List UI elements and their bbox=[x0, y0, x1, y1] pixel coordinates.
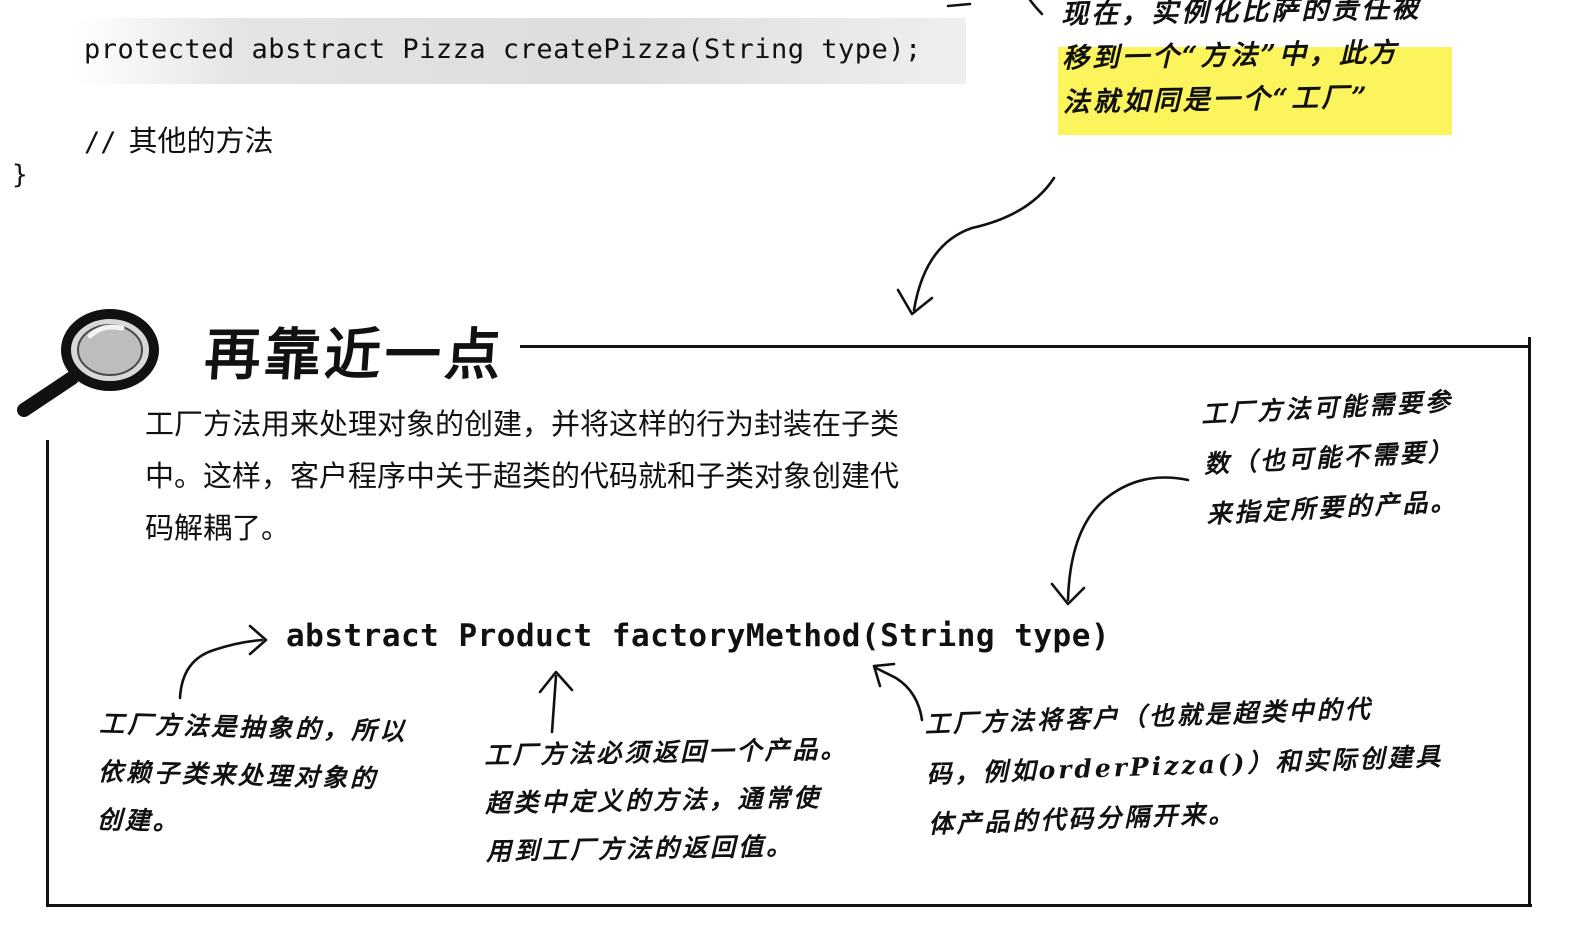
comment-slashes: // bbox=[84, 127, 117, 158]
return-arrow bbox=[550, 674, 558, 734]
section-paragraph: 工厂方法用来处理对象的创建，并将这样的行为封装在子类 中。这样，客户程序中关于超… bbox=[145, 398, 1025, 554]
params-arrow-head bbox=[1050, 582, 1086, 606]
abstract-annotation-line-2: 依赖子类来处理对象的 bbox=[97, 756, 379, 794]
top-note-line-2: 移到一个“方法”中，此方 bbox=[1061, 37, 1400, 75]
comment-text: 其他的方法 bbox=[128, 124, 274, 158]
closing-brace: } bbox=[12, 160, 28, 190]
return-annotation: 工厂方法必须返回一个产品。 超类中定义的方法，通常使 用到工厂方法的返回值。 bbox=[484, 726, 850, 876]
return-annotation-line-2: 超类中定义的方法，通常使 bbox=[484, 783, 822, 818]
paragraph-line-3: 码解耦了。 bbox=[145, 511, 291, 545]
code-comment-line: // 其他的方法 bbox=[84, 118, 274, 160]
abstract-annotation: 工厂方法是抽象的，所以 依赖子类来处理对象的 创建。 bbox=[96, 700, 408, 852]
decouple-arrow-head bbox=[872, 662, 896, 688]
top-handwritten-note: 现在，实例化比萨的责任被 移到一个“方法”中，此方 法就如同是一个“工厂” bbox=[1061, 0, 1453, 125]
params-annotation: 工厂方法可能需要参 数（也可能不需要） 来指定所要的产品。 bbox=[1200, 377, 1460, 540]
top-note-arrow-head bbox=[896, 288, 934, 316]
paragraph-line-1: 工厂方法用来处理对象的创建，并将这样的行为封装在子类 bbox=[145, 407, 900, 441]
top-note-tick-arrow bbox=[946, 0, 1044, 16]
top-note-arrow bbox=[912, 176, 1056, 312]
return-arrow-head bbox=[538, 670, 574, 694]
abstract-annotation-line-1: 工厂方法是抽象的，所以 bbox=[99, 708, 408, 747]
abstract-method-code-line: protected abstract Pizza createPizza(Str… bbox=[84, 34, 922, 65]
paragraph-line-2: 中。这样，客户程序中关于超类的代码就和子类对象创建代 bbox=[145, 459, 900, 493]
return-annotation-line-3: 用到工厂方法的返回值。 bbox=[485, 831, 795, 866]
params-arrow bbox=[1066, 476, 1190, 602]
panel-border-right bbox=[1528, 337, 1531, 907]
abstract-annotation-line-3: 创建。 bbox=[96, 804, 182, 837]
top-note-line-3: 法就如同是一个“工厂” bbox=[1062, 82, 1371, 119]
factory-method-signature: abstract Product factoryMethod(String ty… bbox=[286, 618, 1111, 654]
return-annotation-line-1: 工厂方法必须返回一个产品。 bbox=[484, 734, 849, 770]
section-title: 再靠近一点 bbox=[202, 322, 507, 388]
magnifying-glass-icon bbox=[17, 309, 159, 417]
abstract-arrow-head bbox=[248, 624, 268, 656]
decouple-annotation: 工厂方法将客户（也就是超类中的代 码，例如orderPizza()）和实际创建具… bbox=[924, 682, 1446, 850]
panel-border-left bbox=[46, 440, 49, 907]
heading-rule bbox=[520, 345, 1530, 348]
panel-border-bottom bbox=[48, 904, 1532, 907]
decouple-arrow bbox=[874, 666, 924, 722]
abstract-arrow bbox=[178, 638, 264, 700]
